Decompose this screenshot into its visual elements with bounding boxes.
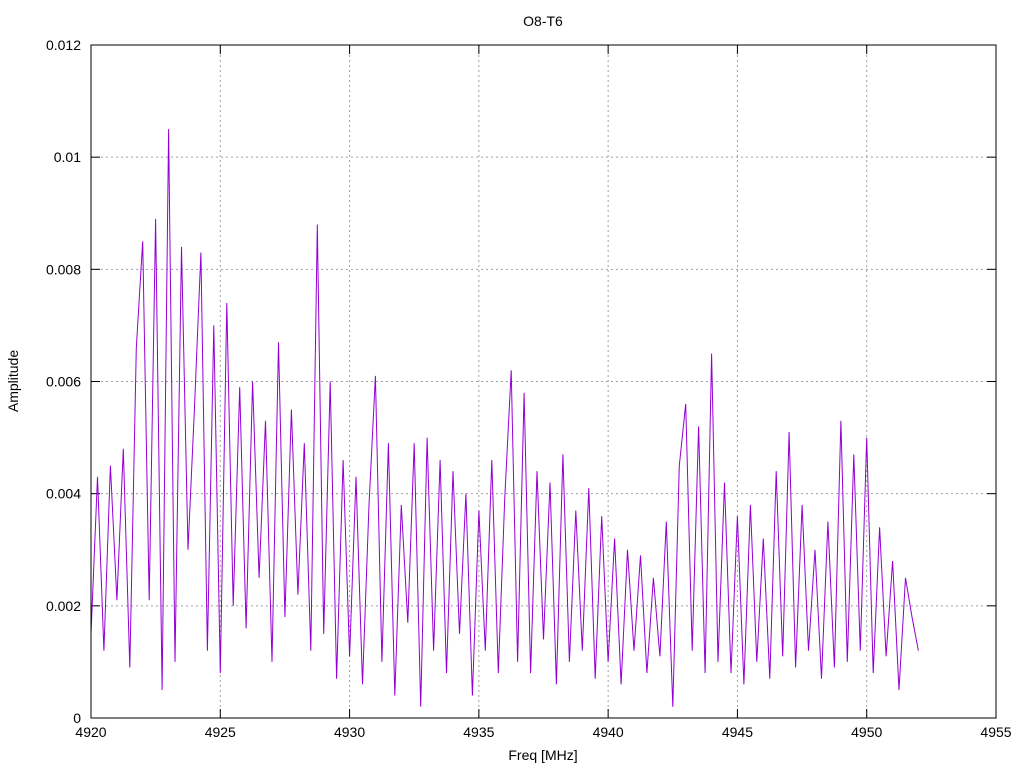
- x-axis-label: Freq [MHz]: [508, 747, 577, 763]
- y-tick-label: 0.002: [46, 598, 81, 614]
- series-line: [90, 129, 919, 707]
- y-tick-label: 0.004: [46, 486, 81, 502]
- x-tick-label: 4925: [205, 724, 236, 740]
- y-tick-label: 0.006: [46, 374, 81, 390]
- y-tick-label: 0.008: [46, 261, 81, 277]
- x-tick-label: 4935: [463, 724, 494, 740]
- y-tick-label: 0.012: [46, 37, 81, 53]
- x-tick-label: 4955: [980, 724, 1011, 740]
- x-tick-labels: 4920 4925 4930 4935 4940 4945 4950 4955: [75, 724, 1011, 740]
- gridlines: [91, 45, 996, 718]
- y-tick-labels: 0 0.002 0.004 0.006 0.008 0.01 0.012: [46, 37, 81, 726]
- x-tick-label: 4945: [722, 724, 753, 740]
- x-tick-label: 4920: [75, 724, 106, 740]
- y-tick-label: 0: [73, 710, 81, 726]
- x-tick-label: 4950: [851, 724, 882, 740]
- y-axis-label: Amplitude: [5, 350, 21, 412]
- y-tick-label: 0.01: [54, 149, 81, 165]
- chart: O8-T6 4920 4925 4930 4935 4940 4945 4950 4955 0…: [5, 13, 1012, 763]
- x-tick-label: 4930: [334, 724, 365, 740]
- x-tick-label: 4940: [593, 724, 624, 740]
- chart-title: O8-T6: [523, 13, 563, 29]
